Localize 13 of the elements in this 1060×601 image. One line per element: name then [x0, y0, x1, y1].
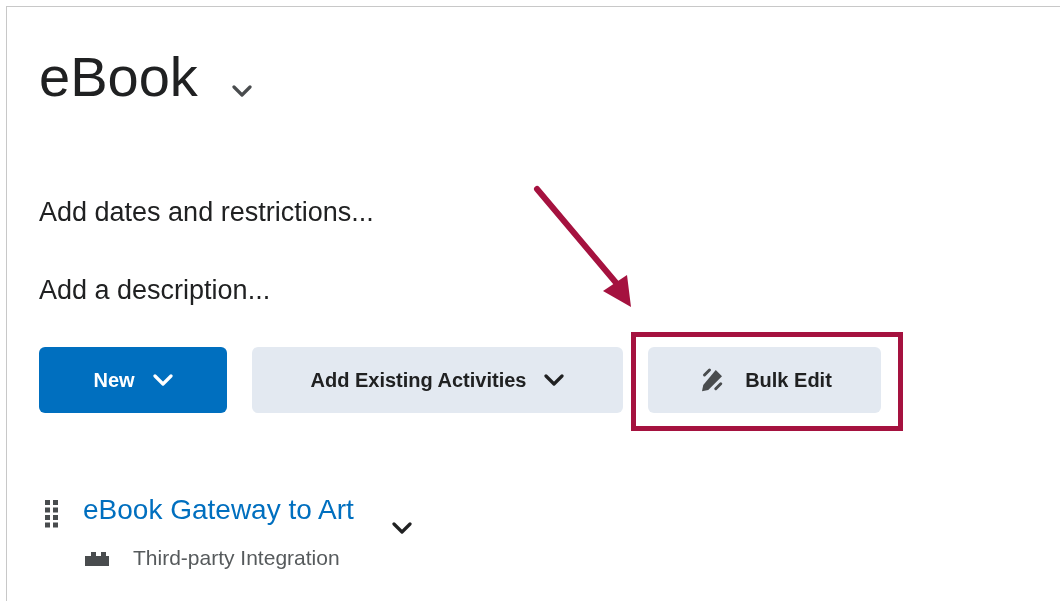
drag-handle-icon: [45, 500, 58, 528]
item-type-text: Third-party Integration: [133, 545, 340, 571]
add-link[interactable]: Add dates and restrictions...: [39, 195, 374, 229]
new-button[interactable]: New: [39, 347, 227, 413]
chevron-icon: [231, 85, 252, 97]
page-title: eBook: [39, 45, 198, 109]
item-title-link[interactable]: eBook Gateway to Art: [83, 492, 354, 534]
add-activities-button[interactable]: Add Existing Activities: [252, 347, 623, 413]
add-link[interactable]: Add a description...: [39, 273, 271, 307]
chevron-icon: [391, 522, 412, 534]
bulk-edit-button[interactable]: Bulk Edit: [648, 347, 881, 413]
chevron-icon: [152, 374, 173, 386]
chevron-icon: [544, 374, 565, 386]
